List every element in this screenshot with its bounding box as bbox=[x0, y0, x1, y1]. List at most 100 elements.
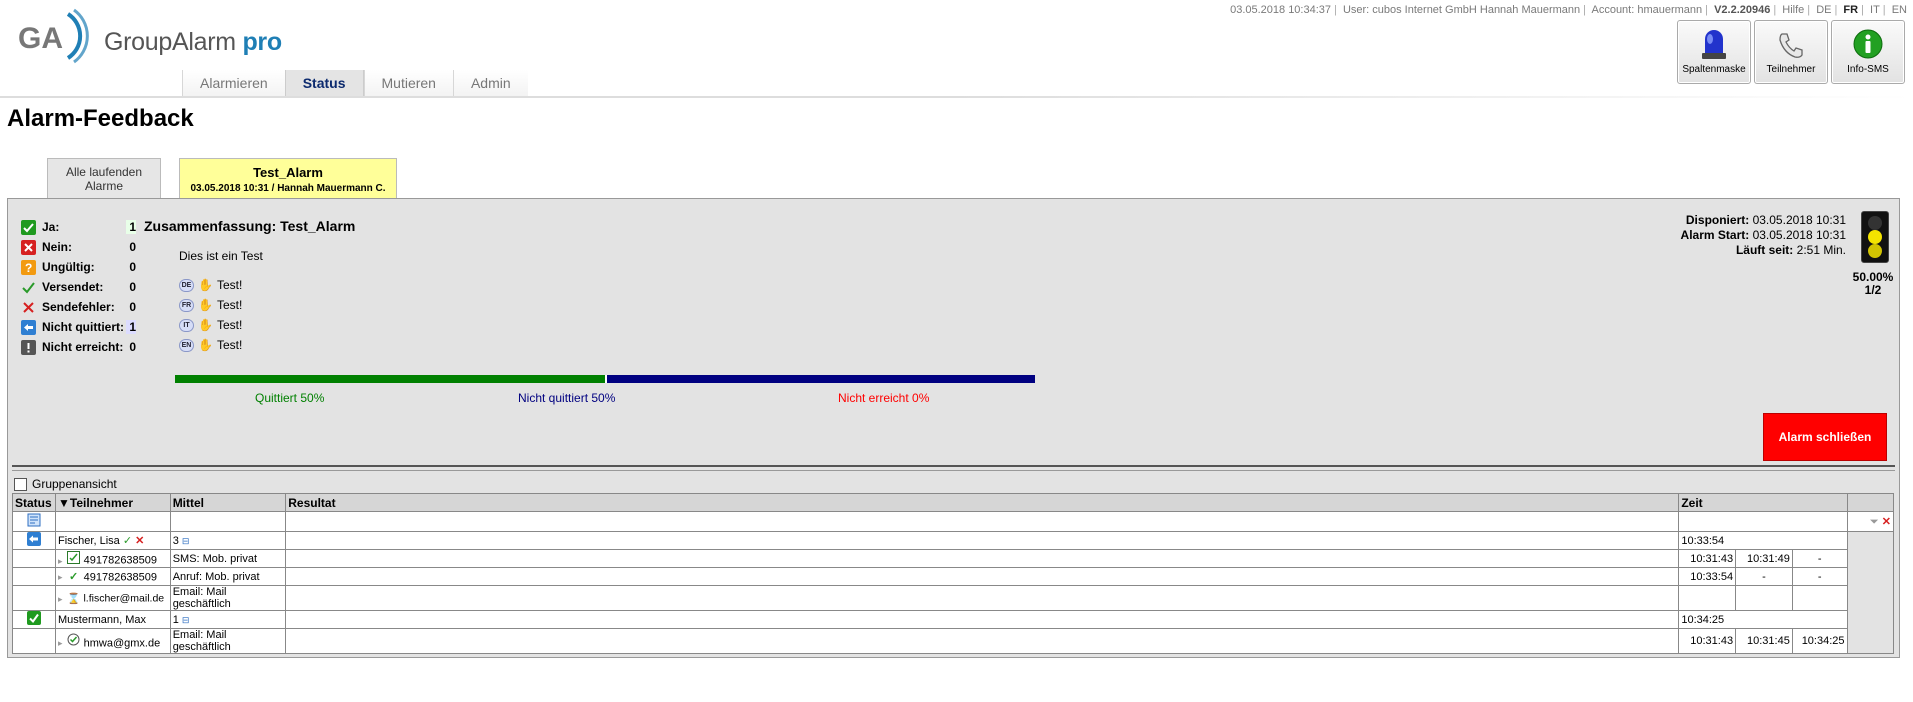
tab-mutieren[interactable]: Mutieren bbox=[363, 70, 453, 96]
channel-target: l.fischer@mail.de bbox=[83, 592, 165, 605]
table-row[interactable]: Mustermann, Max 1 ⊟ 10:34:25 bbox=[11, 610, 1894, 629]
running-value: 2:51 Min. bbox=[1796, 243, 1846, 257]
time-cell: 10:33:54 bbox=[1678, 531, 1848, 550]
header-mittel[interactable]: Mittel bbox=[169, 493, 287, 512]
version: V2.2.20946 bbox=[1714, 4, 1771, 16]
table-row[interactable]: Fischer, Lisa ✓ ✕ 3 ⊟ 10:33:54 bbox=[11, 531, 1895, 654]
header-resultat[interactable]: Resultat bbox=[285, 493, 1680, 512]
logo[interactable]: GA GroupAlarm pro bbox=[16, 8, 286, 64]
table-row[interactable]: ▸ hmwa@gmx.de Email: Mail geschäftlich 1… bbox=[11, 628, 1894, 654]
filter-mittel-cell[interactable] bbox=[169, 511, 287, 532]
count-ungueltig: ? Ungültig: 0 bbox=[20, 257, 136, 277]
count-nein: Nein: 0 bbox=[20, 237, 136, 257]
result-cell bbox=[285, 567, 1680, 586]
help-link[interactable]: Hilfe bbox=[1782, 4, 1804, 16]
lang-de[interactable]: DE bbox=[1816, 4, 1831, 16]
tab-status[interactable]: Status bbox=[284, 70, 364, 96]
tree-expand-icon[interactable]: ▸ bbox=[58, 556, 63, 566]
lang-message-de: DE ✋ Test! bbox=[179, 275, 242, 295]
group-view-toggle[interactable]: Gruppenansicht bbox=[14, 477, 117, 491]
filter-status-cell[interactable] bbox=[11, 511, 57, 532]
feedback-ratio: 1/2 bbox=[1864, 283, 1882, 297]
filter-zeit-cell[interactable] bbox=[1678, 511, 1848, 532]
clear-filter-icon[interactable]: ✕ bbox=[1882, 516, 1891, 528]
user-info: User: cubos Internet GmbH Hannah Mauerma… bbox=[1342, 4, 1581, 16]
progress-quittiert bbox=[175, 375, 605, 383]
siren-icon bbox=[1702, 30, 1726, 59]
count-versendet: Versendet: 0 bbox=[20, 277, 136, 297]
alarm-feedback-panel: Ja: 1 Nein: 0 ? Ungültig: 0 Versendet: 0 Sen… bbox=[7, 198, 1900, 658]
flag-de-icon: DE bbox=[179, 278, 194, 292]
lang-fr[interactable]: FR bbox=[1843, 4, 1858, 16]
table-header: Status ▼Teilnehmer Mittel Resultat Zeit bbox=[11, 493, 1895, 512]
tab-all-running-alarms[interactable]: Alle laufenden Alarme bbox=[47, 158, 161, 198]
hand-icon: ✋ bbox=[198, 338, 213, 352]
channel-medium: SMS: Mob. privat bbox=[169, 549, 287, 568]
hand-icon: ✋ bbox=[198, 318, 213, 332]
header-teilnehmer[interactable]: ▼Teilnehmer bbox=[55, 493, 171, 512]
lang-message-fr: FR ✋ Test! bbox=[179, 295, 242, 315]
current-alarm-sub: 03.05.2018 10:31 / Hannah Mauermann C. bbox=[190, 183, 386, 194]
channel-target: 491782638509 bbox=[83, 554, 158, 567]
progress-label-quittiert: Quittiert 50% bbox=[255, 391, 325, 405]
info-sms-button[interactable]: Info-SMS bbox=[1831, 20, 1905, 84]
filter-row: ⏷ ✕ bbox=[11, 511, 1895, 532]
tab-alarmieren[interactable]: Alarmieren bbox=[182, 70, 285, 96]
spaltenmaske-button[interactable]: Spaltenmaske bbox=[1677, 20, 1751, 84]
table-row[interactable]: ▸ 491782638509 SMS: Mob. privat 10:31:43… bbox=[11, 549, 1894, 568]
check-green-icon bbox=[27, 611, 41, 625]
filter-teilnehmer-cell[interactable] bbox=[55, 511, 171, 532]
time-sent: 10:31:43 bbox=[1678, 549, 1737, 568]
count-nicht-quittiert: Nicht quittiert: 1 bbox=[20, 317, 136, 337]
arrow-back-icon bbox=[20, 319, 36, 335]
lang-message-en: EN ✋ Test! bbox=[179, 335, 242, 355]
tab-admin[interactable]: Admin bbox=[452, 70, 528, 96]
flag-en-icon: EN bbox=[179, 338, 194, 352]
topbar: 03.05.2018 10:34:37 | User: cubos Interne… bbox=[1230, 4, 1907, 16]
running-label: Läuft seit: bbox=[1735, 243, 1794, 257]
tab-all-line1: Alle laufenden bbox=[65, 165, 143, 179]
channel-target: hmwa@gmx.de bbox=[83, 637, 161, 650]
time-delivered: 10:31:49 bbox=[1735, 549, 1793, 568]
header-status[interactable]: Status bbox=[11, 493, 57, 512]
teilnehmer-button[interactable]: Teilnehmer bbox=[1754, 20, 1828, 84]
count-sendefehler: Sendefehler: 0 bbox=[20, 297, 136, 317]
tab-all-line2: Alarme bbox=[84, 179, 123, 193]
group-view-checkbox[interactable] bbox=[14, 477, 27, 491]
svg-text:?: ? bbox=[25, 261, 32, 275]
result-cell bbox=[285, 610, 1680, 629]
hourglass-icon: ⌛ bbox=[67, 592, 81, 605]
header-zeit[interactable]: Zeit bbox=[1678, 493, 1848, 512]
x-red-icon bbox=[20, 239, 36, 255]
lang-it[interactable]: IT bbox=[1870, 4, 1880, 16]
tree-expand-icon[interactable]: ▸ bbox=[58, 572, 63, 582]
filter-resultat-cell[interactable] bbox=[285, 511, 1680, 532]
tree-expand-icon[interactable]: ▸ bbox=[58, 638, 63, 648]
tab-current-alarm[interactable]: Test_Alarm 03.05.2018 10:31 / Hannah Mau… bbox=[179, 158, 397, 198]
time-delivered: 10:31:45 bbox=[1735, 628, 1793, 654]
disponiert-value: 03.05.2018 10:31 bbox=[1752, 213, 1846, 227]
time-acknowledged: - bbox=[1791, 567, 1848, 586]
account-info: Account: hmauermann bbox=[1591, 4, 1703, 16]
checkmark-icon: ✓ bbox=[68, 571, 79, 583]
actions-cell bbox=[1846, 531, 1895, 654]
filter-edit-icon[interactable] bbox=[27, 513, 41, 527]
count-list: Ja: 1 Nein: 0 ? Ungültig: 0 Versendet: 0 Sen… bbox=[20, 217, 136, 357]
traffic-light-bottom bbox=[1868, 244, 1882, 258]
hand-icon: ✋ bbox=[198, 298, 213, 312]
language-messages: DE ✋ Test! FR ✋ Test! IT ✋ Test! EN ✋ Test! bbox=[179, 275, 242, 355]
filter-icon[interactable]: ⏷ bbox=[1870, 516, 1879, 528]
time-sent: 10:31:43 bbox=[1678, 628, 1737, 654]
close-alarm-button[interactable]: Alarm schließen bbox=[1763, 413, 1887, 461]
expand-icon[interactable]: ⊟ bbox=[182, 615, 190, 625]
progress-label-nicht-quittiert: Nicht quittiert 50% bbox=[518, 391, 616, 405]
lang-en[interactable]: EN bbox=[1892, 4, 1907, 16]
tree-expand-icon[interactable]: ▸ bbox=[58, 594, 63, 604]
header-actions bbox=[1846, 493, 1895, 512]
table-row[interactable]: ▸ ✓ 491782638509 Anruf: Mob. privat 10:33… bbox=[11, 567, 1894, 586]
channel-medium: Email: Mail geschäftlich bbox=[169, 585, 287, 611]
progress-nicht-quittiert bbox=[605, 375, 1035, 383]
channel-medium: Anruf: Mob. privat bbox=[169, 567, 287, 586]
table-row[interactable]: ▸ ⌛ l.fischer@mail.de Email: Mail geschäf… bbox=[11, 585, 1894, 611]
expand-icon[interactable]: ⊟ bbox=[182, 536, 190, 546]
